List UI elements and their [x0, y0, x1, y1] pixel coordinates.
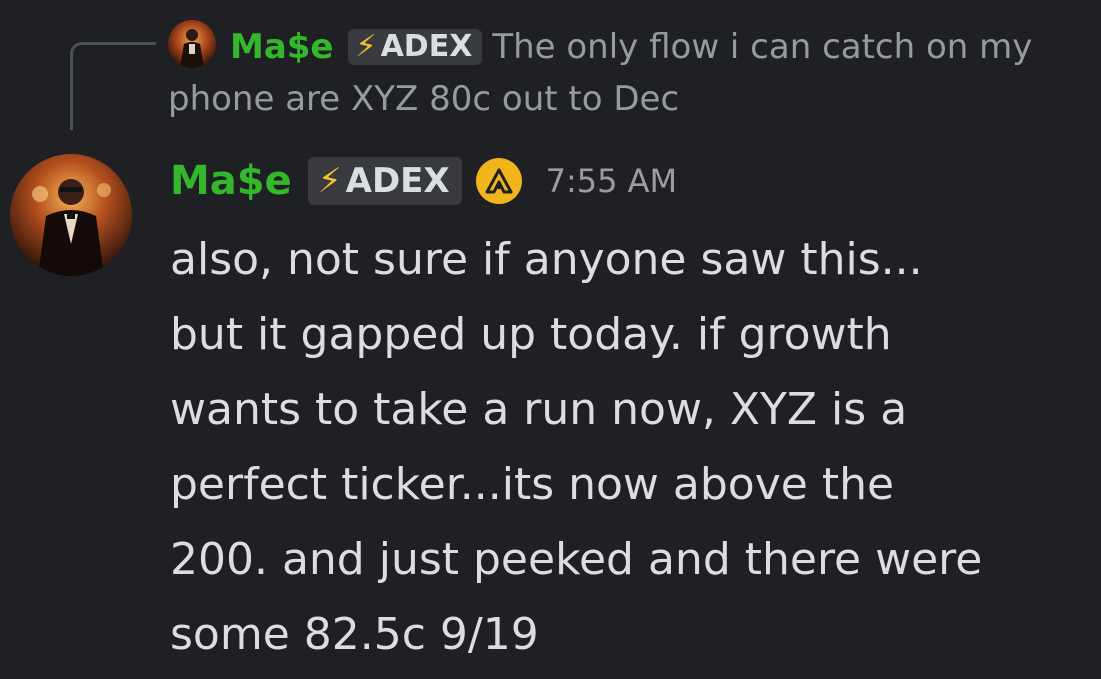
timestamp[interactable]: 7:55 AM: [546, 162, 678, 200]
chat-view: Ma$e ⚡ ADEX The only flow i can catch on my…: [0, 0, 1101, 679]
lightning-bolt-icon: ⚡: [355, 29, 377, 64]
username[interactable]: Ma$e: [170, 158, 292, 204]
tag-label: ADEX: [345, 161, 450, 201]
message-header: Ma$e ⚡ ADEX 7:55 AM: [170, 150, 677, 212]
message-line: perfect ticker...its now above the: [170, 459, 895, 510]
triangle-a-badge-icon[interactable]: [475, 158, 522, 204]
message-content: also, not sure if anyone saw this... but…: [170, 222, 1090, 672]
reply-spine: [70, 42, 156, 130]
message-line: also, not sure if anyone saw this...: [170, 234, 923, 285]
reply-username[interactable]: Ma$e: [230, 27, 334, 67]
message-line: 200. and just peeked and there were: [170, 534, 983, 585]
reply-preview[interactable]: Ma$e ⚡ ADEX The only flow i can catch on my…: [168, 20, 1068, 125]
message-line: but it gapped up today. if growth: [170, 309, 892, 360]
reply-avatar[interactable]: [168, 20, 216, 68]
lightning-bolt-icon: ⚡: [317, 161, 342, 201]
message-line: some 82.5c 9/19: [170, 609, 539, 660]
avatar[interactable]: [10, 154, 132, 276]
reply-tag-label: ADEX: [380, 29, 473, 64]
role-tag[interactable]: ⚡ ADEX: [307, 157, 462, 205]
reply-role-tag[interactable]: ⚡ ADEX: [347, 29, 483, 65]
message-line: wants to take a run now, XYZ is a: [170, 384, 908, 435]
